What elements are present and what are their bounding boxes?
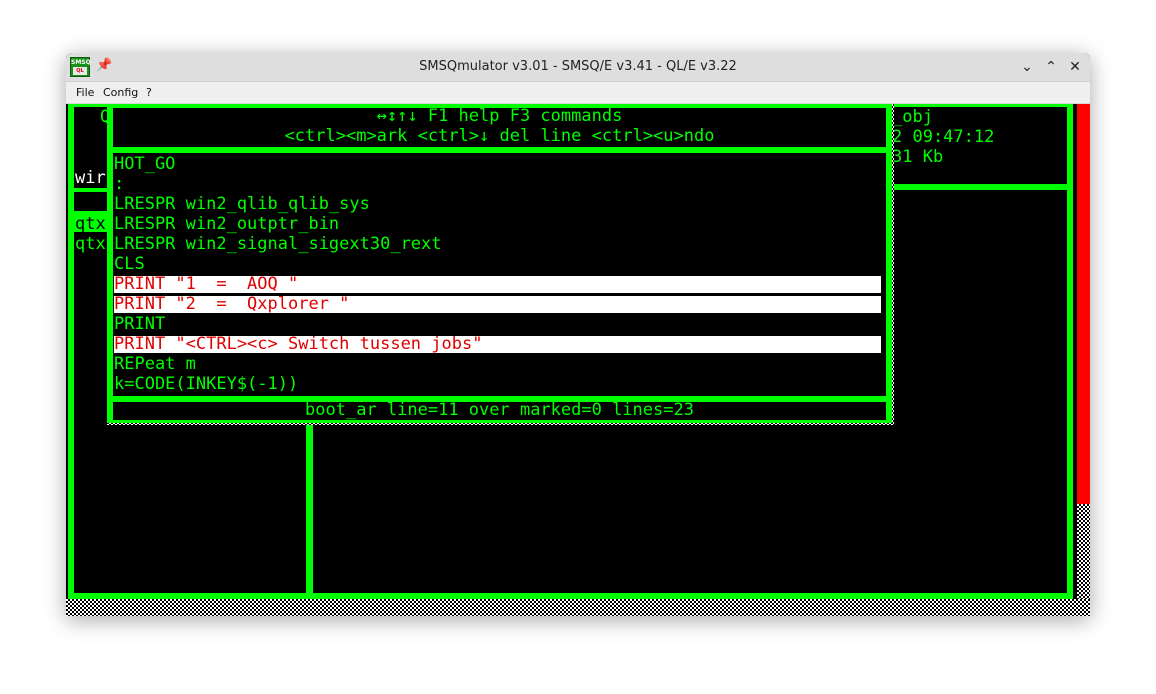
emulator-window: SMSQ QL 📌 SMSQmulator v3.01 - SMSQ/E v3.… — [66, 53, 1090, 616]
code-line-9[interactable]: PRINT — [114, 314, 165, 334]
bg-job-obj: _obj — [892, 107, 933, 127]
code-line-10-marked[interactable]: PRINT "<CTRL><c> Switch tussen jobs" — [114, 334, 881, 354]
code-line-8-marked[interactable]: PRINT "2 = Qxplorer " — [114, 294, 881, 314]
qed-editor-window[interactable]: ↔↕↑↓ F1 help F3 commands <ctrl><m>ark <c… — [107, 104, 894, 425]
code-line-7-marked[interactable]: PRINT "1 = AOQ " — [114, 274, 881, 294]
window-title: SMSQmulator v3.01 - SMSQ/E v3.41 - QL/E … — [419, 59, 737, 74]
code-line-6[interactable]: CLS — [114, 254, 145, 274]
bg-border-left — [68, 104, 74, 601]
title-bar[interactable]: SMSQ QL 📌 SMSQmulator v3.01 - SMSQ/E v3.… — [66, 53, 1090, 82]
bg-border-right — [1067, 104, 1073, 601]
bg-clock: 2 09:47:12 — [892, 127, 995, 147]
code-line-3[interactable]: LRESPR win2_qlib_qlib_sys — [114, 194, 370, 214]
code-line-8: PRINT "2 = Qxplorer " — [114, 294, 350, 314]
code-line-5[interactable]: LRESPR win2_signal_sigext30_rext — [114, 234, 442, 254]
editor-status-bar: boot_ar line=11 over marked=0 lines=23 — [305, 400, 694, 420]
menu-bar: File Config ? — [66, 82, 1090, 104]
menu-file[interactable]: File — [76, 86, 94, 99]
bg-partial-win: wir — [75, 168, 106, 188]
code-line-11[interactable]: REPeat m — [114, 354, 196, 374]
minimize-chevron-icon[interactable]: ⌄ — [1017, 57, 1037, 77]
menu-help[interactable]: ? — [146, 86, 152, 99]
bg-memory: 31 Kb — [892, 147, 944, 167]
red-side-bar — [1077, 104, 1090, 504]
editor-help-line: ↔↕↑↓ F1 help F3 commands — [376, 106, 623, 126]
maximize-chevron-icon[interactable]: ⌃ — [1041, 57, 1061, 77]
editor-border-bottom — [107, 420, 892, 423]
bg-divider-vertical — [306, 419, 313, 599]
code-line-12[interactable]: k=CODE(INKEY$(-1)) — [114, 374, 298, 394]
bg-partial-qtx1: qtx — [75, 214, 106, 234]
bg-divider-left-a — [74, 188, 108, 192]
editor-keys-line: <ctrl><m>ark <ctrl>↓ del line <ctrl><u>n… — [284, 126, 715, 146]
code-line-7: PRINT "1 = AOQ " — [114, 274, 299, 294]
code-line-10: PRINT "<CTRL><c> Switch tussen jobs" — [114, 334, 483, 354]
bg-divider-right — [892, 184, 1070, 190]
ql-screen[interactable]: Q wir qtx qtx _obj 2 09:47:12 31 Kb ↔↕↑↓… — [66, 104, 1090, 616]
checker-pattern-bottom — [66, 599, 1090, 616]
code-line-1[interactable]: HOT_GO — [114, 154, 175, 174]
code-line-2[interactable]: : — [114, 174, 124, 194]
menu-config[interactable]: Config — [103, 86, 138, 99]
close-icon[interactable]: ✕ — [1065, 57, 1085, 77]
code-line-4[interactable]: LRESPR win2_outptr_bin — [114, 214, 339, 234]
bg-partial-qtx2: qtx — [75, 234, 106, 254]
editor-header-divider — [107, 147, 892, 153]
